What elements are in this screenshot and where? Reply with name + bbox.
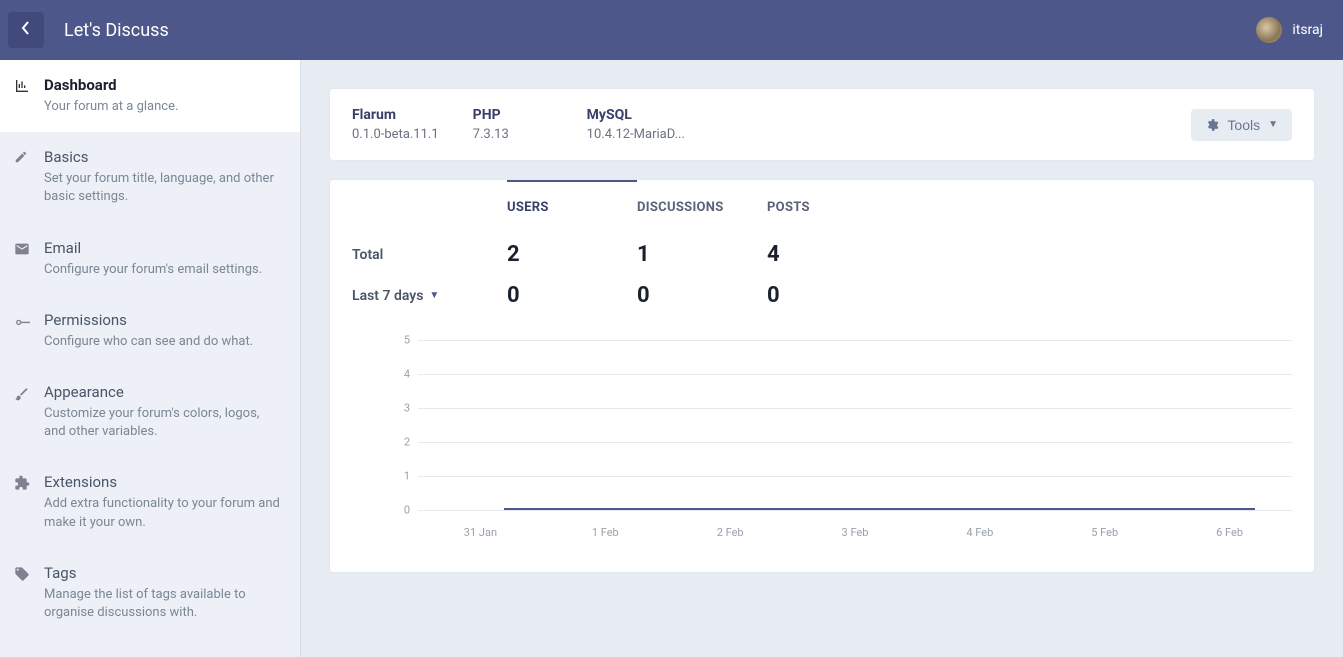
tools-button[interactable]: Tools ▼ (1191, 109, 1292, 141)
chart-y-tick: 5 (376, 334, 410, 347)
username: itsraj (1292, 22, 1323, 38)
chart-x-tick: 31 Jan (464, 526, 497, 539)
chart-gridline (418, 374, 1292, 375)
status-columns: Flarum 0.1.0-beta.11.1 PHP 7.3.13 MySQL 10.4.… (352, 107, 685, 142)
sidebar-item-permissions[interactable]: Permissions Configure who can see and do … (0, 295, 300, 367)
sidebar-item-title: Extensions (44, 473, 282, 491)
pencil-icon (14, 150, 32, 168)
sidebar-item-desc: Configure your forum's email settings. (44, 261, 282, 279)
chart-x-tick: 6 Feb (1216, 526, 1243, 539)
chart-series-line (504, 508, 1255, 510)
status-col-php: PHP 7.3.13 (473, 107, 553, 142)
sidebar-item-basics[interactable]: Basics Set your forum title, language, an… (0, 132, 300, 222)
sidebar-item-title: Appearance (44, 383, 282, 401)
status-label: Flarum (352, 107, 439, 123)
app-header: Let's Discuss itsraj (0, 0, 1343, 60)
status-card: Flarum 0.1.0-beta.11.1 PHP 7.3.13 MySQL 10.4.… (329, 88, 1315, 161)
tags-icon (14, 566, 32, 584)
stats-tab-label: DISCUSSIONS (637, 200, 724, 215)
header-left: Let's Discuss (8, 12, 169, 48)
sidebar-item-title: Tags (44, 564, 282, 582)
line-chart: 012345 (376, 340, 1292, 520)
puzzle-icon (14, 475, 32, 493)
stats-value: 1 (637, 234, 767, 275)
main-content: Flarum 0.1.0-beta.11.1 PHP 7.3.13 MySQL 10.4.… (301, 60, 1343, 657)
chart-gridline (418, 340, 1292, 341)
key-icon (14, 313, 32, 331)
chart-y-tick: 4 (376, 368, 410, 381)
back-button[interactable] (8, 12, 44, 48)
user-menu[interactable]: itsraj (1256, 17, 1323, 43)
chart-gridline (418, 408, 1292, 409)
stats-card: USERSDISCUSSIONSPOSTSTotal214Last 7 days… (329, 179, 1315, 573)
chart-x-tick: 1 Feb (592, 526, 619, 539)
stats-header-spacer (352, 180, 507, 234)
stats-value: 2 (507, 234, 637, 275)
sidebar-item-desc: Configure who can see and do what. (44, 333, 282, 351)
status-value: 7.3.13 (473, 127, 553, 142)
sidebar-item-desc: Your forum at a glance. (44, 98, 282, 116)
status-value: 0.1.0-beta.11.1 (352, 127, 439, 142)
stats-tab-users[interactable]: USERS (507, 180, 637, 234)
chart-container: 012345 31 Jan1 Feb2 Feb3 Feb4 Feb5 Feb6 … (352, 340, 1292, 544)
chart-x-tick: 2 Feb (717, 526, 744, 539)
stats-value: 0 (637, 275, 767, 316)
chart-x-tick: 5 Feb (1091, 526, 1118, 539)
mail-icon (14, 241, 32, 259)
stats-value: 0 (507, 275, 637, 316)
chart-y-tick: 3 (376, 402, 410, 415)
stats-tab-label: USERS (507, 200, 549, 215)
stats-value: 0 (767, 275, 897, 316)
sidebar-item-extensions[interactable]: Extensions Add extra functionality to you… (0, 457, 300, 547)
admin-sidebar: Dashboard Your forum at a glance. Basics Se… (0, 60, 301, 657)
app-title[interactable]: Let's Discuss (64, 20, 169, 41)
status-col-flarum: Flarum 0.1.0-beta.11.1 (352, 107, 439, 142)
sidebar-item-desc: Manage the list of tags available to org… (44, 586, 282, 622)
status-col-mysql: MySQL 10.4.12-MariaD... (587, 107, 685, 142)
caret-down-icon: ▼ (429, 290, 439, 301)
chart-gridline (418, 476, 1292, 477)
chevron-left-icon (21, 20, 31, 40)
chart-y-tick: 2 (376, 436, 410, 449)
status-label: MySQL (587, 107, 685, 123)
gear-icon (1205, 118, 1219, 132)
sidebar-item-title: Dashboard (44, 76, 282, 94)
chart-y-tick: 0 (376, 504, 410, 517)
tools-label: Tools (1227, 117, 1260, 133)
sidebar-item-tags[interactable]: Tags Manage the list of tags available to… (0, 548, 300, 638)
stats-tab-discussions[interactable]: DISCUSSIONS (637, 180, 767, 234)
sidebar-item-title: Email (44, 239, 282, 257)
chart-x-tick: 4 Feb (966, 526, 993, 539)
caret-down-icon: ▼ (1268, 119, 1278, 130)
chart-x-tick: 3 Feb (842, 526, 869, 539)
brush-icon (14, 385, 32, 403)
chart-icon (14, 78, 32, 96)
stats-grid: USERS DISCUSSIONS POSTS Total214 Last 7 days… (352, 180, 1292, 316)
avatar (1256, 17, 1282, 43)
chart-y-tick: 1 (376, 470, 410, 483)
stats-tab-label: POSTS (767, 200, 810, 215)
sidebar-item-dashboard[interactable]: Dashboard Your forum at a glance. (0, 60, 300, 132)
sidebar-item-desc: Customize your forum's colors, logos, an… (44, 405, 282, 441)
sidebar-item-title: Permissions (44, 311, 282, 329)
sidebar-item-desc: Add extra functionality to your forum an… (44, 495, 282, 531)
chart-gridline (418, 442, 1292, 443)
sidebar-item-title: Basics (44, 148, 282, 166)
stats-row-label: Total (352, 247, 507, 263)
chart-x-axis: 31 Jan 1 Feb 2 Feb 3 Feb 4 Feb 5 Feb 6 Feb (418, 520, 1292, 544)
stats-value: 4 (767, 234, 897, 275)
status-value: 10.4.12-MariaD... (587, 127, 685, 142)
sidebar-item-desc: Set your forum title, language, and othe… (44, 170, 282, 206)
status-label: PHP (473, 107, 553, 123)
stats-tab-posts[interactable]: POSTS (767, 180, 897, 234)
chart-gridline (418, 510, 1292, 511)
stats-row-label[interactable]: Last 7 days▼ (352, 288, 507, 304)
sidebar-item-email[interactable]: Email Configure your forum's email settin… (0, 223, 300, 295)
sidebar-item-appearance[interactable]: Appearance Customize your forum's colors,… (0, 367, 300, 457)
